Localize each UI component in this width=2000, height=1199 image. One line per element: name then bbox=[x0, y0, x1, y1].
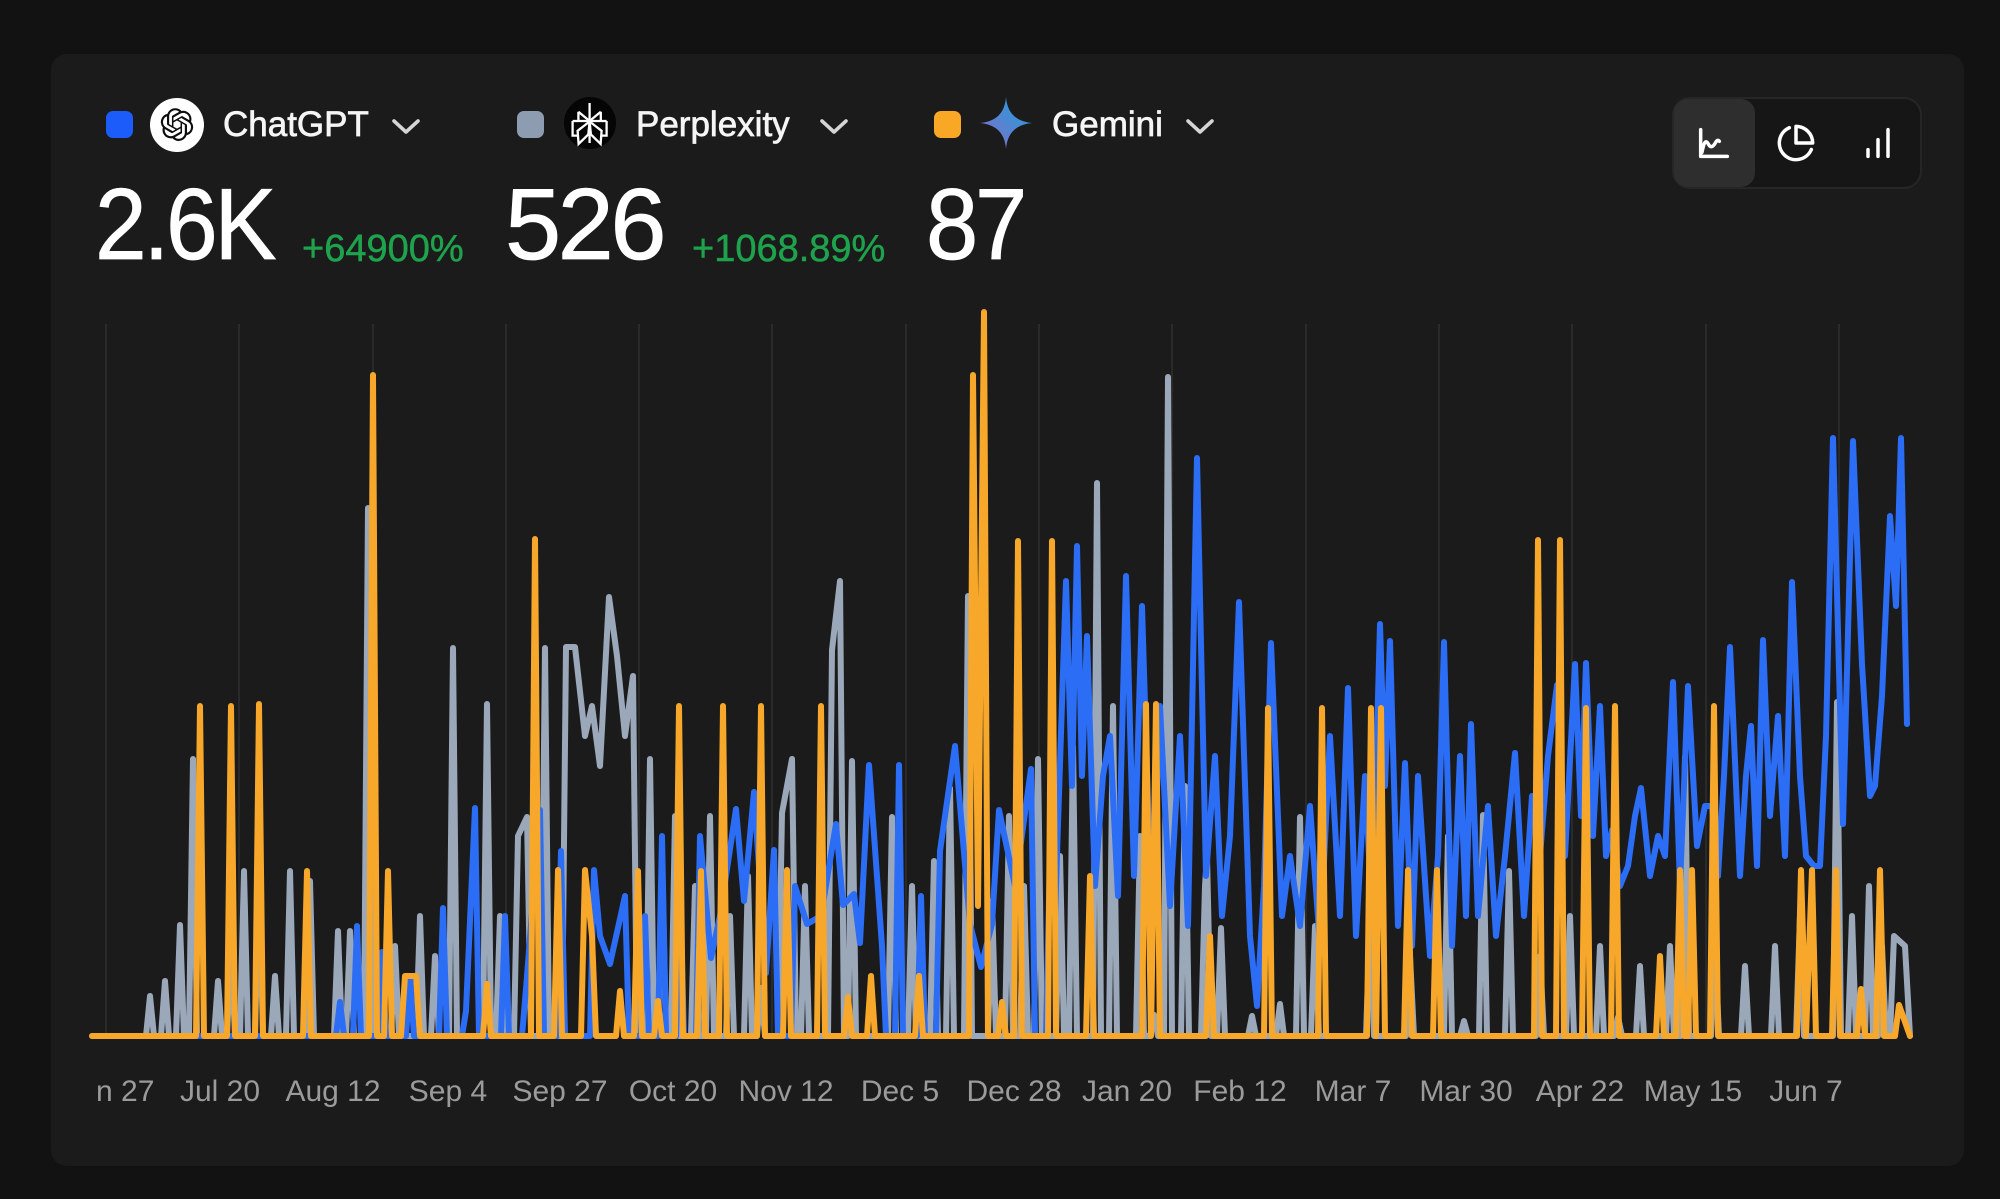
svg-text:Nov 12: Nov 12 bbox=[738, 1075, 833, 1108]
svg-text:Mar 7: Mar 7 bbox=[1315, 1075, 1392, 1108]
svg-text:Aug 12: Aug 12 bbox=[285, 1075, 380, 1108]
svg-text:Sep 4: Sep 4 bbox=[409, 1075, 487, 1108]
svg-text:Dec 28: Dec 28 bbox=[966, 1075, 1061, 1108]
svg-text:Oct 20: Oct 20 bbox=[629, 1075, 717, 1108]
svg-text:Jun 7: Jun 7 bbox=[1769, 1075, 1842, 1108]
svg-text:Jan 20: Jan 20 bbox=[1082, 1075, 1172, 1108]
svg-text:Dec 5: Dec 5 bbox=[861, 1075, 939, 1108]
svg-text:Mar 30: Mar 30 bbox=[1419, 1075, 1512, 1108]
svg-text:Apr 22: Apr 22 bbox=[1536, 1075, 1624, 1108]
svg-text:Sep 27: Sep 27 bbox=[512, 1075, 607, 1108]
svg-text:Feb 12: Feb 12 bbox=[1193, 1075, 1286, 1108]
svg-text:May 15: May 15 bbox=[1644, 1075, 1742, 1108]
svg-text:n 27: n 27 bbox=[96, 1075, 154, 1108]
svg-text:Jul 20: Jul 20 bbox=[180, 1075, 260, 1108]
